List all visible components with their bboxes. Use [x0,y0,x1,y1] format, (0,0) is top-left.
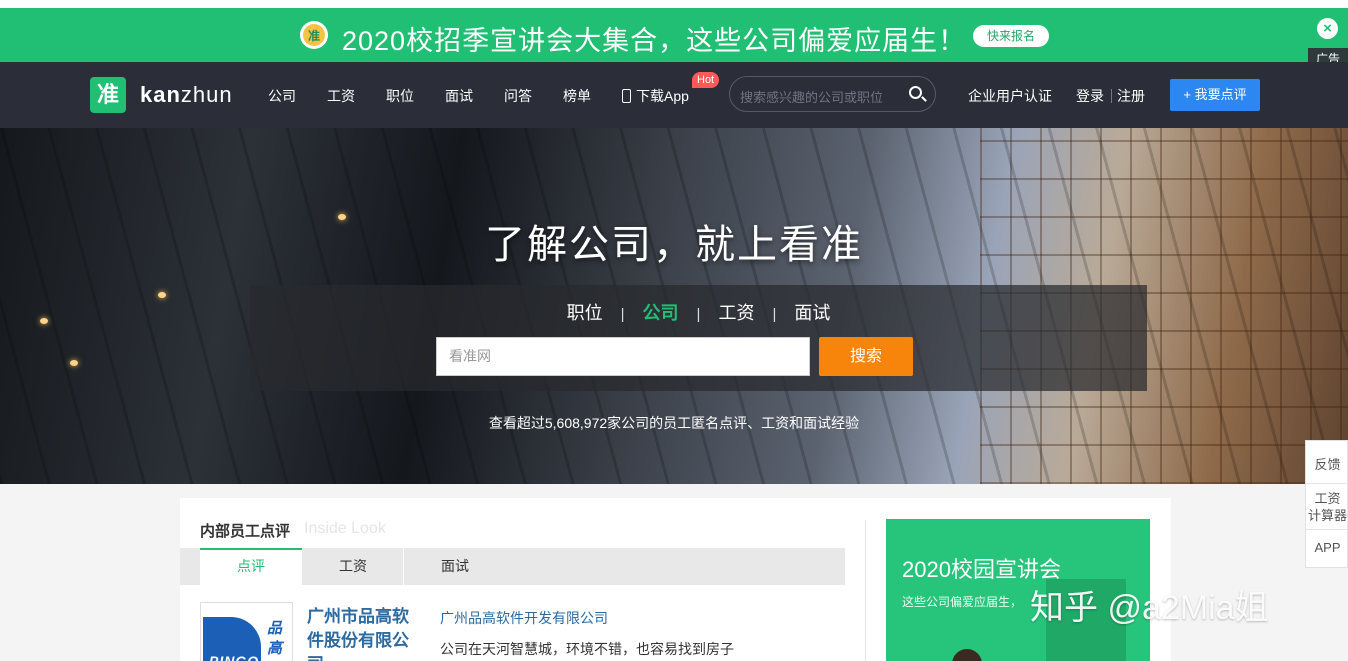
brand-rest: zhun [180,82,233,107]
side-ad-subtitle: 这些公司偏爱应届生， [902,595,1023,609]
enterprise-verify-link[interactable]: 企业用户认证 [968,86,1052,106]
tab-interview[interactable]: 面试 [404,548,506,585]
close-icon[interactable]: × [1317,18,1338,39]
phone-icon [622,89,631,103]
hero-tab-separator: | [696,306,701,323]
zhihu-watermark: 知乎 @a2Mia姐 [1030,589,1269,627]
hero-tab-separator: | [772,306,777,323]
tab-reviews[interactable]: 点评 [200,548,302,585]
top-strip [0,0,1348,8]
hero-stat-text: 查看超过5,608,972家公司的员工匿名点评、工资和面试经验 [488,415,860,431]
inside-tabs: 点评 工资 面试 [180,548,845,585]
company-logo-text: PINGO [209,653,260,661]
section-title: 内部员工点评 [200,523,291,540]
nav-item-qa[interactable]: 问答 [504,86,532,106]
content-divider [865,520,866,661]
company-logo-char: 高 [267,640,283,657]
hero-light [40,318,48,324]
hot-badge: Hot [692,72,720,88]
brand-bold: kan [140,82,181,107]
ad-logo-char: 准 [303,24,325,46]
nav-item-interview[interactable]: 面试 [445,86,473,106]
hero-tab-company[interactable]: 公司 [643,299,679,325]
feedback-button[interactable]: 反馈 [1306,454,1348,473]
hero-search-button[interactable]: 搜索 [819,337,913,376]
nav-item-rankings[interactable]: 榜单 [563,86,591,106]
app-button[interactable]: APP [1306,540,1348,555]
section-subtitle: Inside Look [304,520,386,537]
salary-calculator-button[interactable]: 工资 计算器 [1306,490,1348,524]
hero-tab-interview[interactable]: 面试 [794,299,830,325]
ad-logo-icon: 准 [300,21,328,49]
company-name-link[interactable]: 广州市品高软件股份有限公司 [307,605,417,661]
hero-section: 了解公司，就上看准 职位 | 公司 | 工资 | 面试 看准网 搜索 查看超过5… [0,128,1348,484]
nav-separator [1111,89,1112,103]
top-nav: 准 kanzhun 公司 工资 职位 面试 问答 榜单 下载App Hot 搜索… [0,62,1348,128]
calc-label-1: 工资 [1314,491,1341,506]
float-separator [1306,529,1348,530]
ad-signup-button[interactable]: 快来报名 [973,25,1049,47]
nav-item-jobs[interactable]: 职位 [386,86,414,106]
side-ad-person-image [952,649,982,661]
nav-item-download-app[interactable]: 下载App [622,86,689,106]
register-link[interactable]: 注册 [1117,86,1145,106]
write-review-button[interactable]: + 我要点评 [1170,79,1260,111]
hero-search-input[interactable]: 看准网 [436,337,810,376]
nav-search-input[interactable]: 搜索感兴趣的公司或职位 [729,76,936,112]
company-logo-char: 品 [267,620,283,637]
download-label: 下载App [636,88,689,104]
login-link[interactable]: 登录 [1076,86,1104,106]
company-logo[interactable]: 品 高 PINGO [200,602,293,661]
hero-search-panel: 职位 | 公司 | 工资 | 面试 看准网 搜索 [250,285,1147,391]
hero-title: 了解公司，就上看准 [485,223,863,267]
review-text: 公司在天河智慧城，环境不错，也容易找到房子 [440,641,734,657]
brand-name[interactable]: kanzhun [140,82,233,108]
hero-tab-salary[interactable]: 工资 [718,299,754,325]
logo-icon[interactable]: 准 [90,77,126,113]
floating-tools: 反馈 工资 计算器 APP [1305,440,1348,568]
ad-text[interactable]: 2020校招季宣讲会大集合，这些公司偏爱应届生！ [342,19,966,58]
search-icon[interactable] [909,86,922,99]
nav-search-placeholder: 搜索感兴趣的公司或职位 [740,90,884,105]
hero-light [70,360,78,366]
float-separator [1306,483,1348,484]
hero-tab-separator: | [620,306,625,323]
tab-salary[interactable]: 工资 [302,548,404,585]
nav-item-salary[interactable]: 工资 [327,86,355,106]
review-company-link[interactable]: 广州品高软件开发有限公司 [440,608,608,628]
nav-item-company[interactable]: 公司 [268,86,296,106]
hero-light [158,292,166,298]
calc-label-2: 计算器 [1307,508,1347,523]
hero-tab-jobs[interactable]: 职位 [567,299,603,325]
hero-search-tabs: 职位 | 公司 | 工资 | 面试 [250,299,1147,325]
ad-banner[interactable]: 准 2020校招季宣讲会大集合，这些公司偏爱应届生！ 快来报名 × 广告 [0,8,1348,70]
